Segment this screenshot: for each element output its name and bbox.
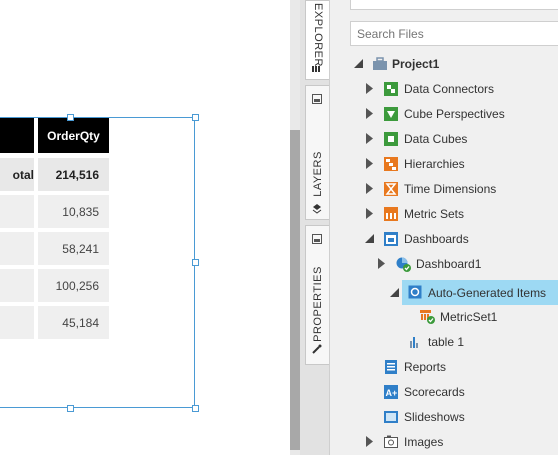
svg-text:A+: A+ (386, 388, 398, 398)
stack-icon (312, 66, 320, 72)
collapsed-arrow-icon[interactable] (366, 108, 373, 119)
tab-explorer[interactable]: EXPLORER (305, 0, 329, 80)
cube-perspective-icon (384, 107, 398, 121)
tree-label-metric-sets: Metric Sets (404, 207, 465, 221)
tab-layers[interactable]: LAYERS (305, 85, 329, 220)
collapsed-arrow-icon[interactable] (378, 258, 385, 269)
tree-label-metricset1: MetricSet1 (440, 310, 498, 324)
tab-properties-label: PROPERTIES (311, 266, 324, 342)
hierarchy-icon (384, 157, 398, 171)
search-input[interactable] (350, 21, 558, 46)
tree-label-hierarchies: Hierarchies (404, 157, 465, 171)
scrollbar-thumb[interactable] (290, 130, 300, 450)
tree-node-reports[interactable]: Reports (350, 356, 558, 378)
tree-node-images[interactable]: Images (350, 431, 558, 453)
resize-handle-bottom-right[interactable] (192, 405, 199, 412)
collapsed-arrow-icon[interactable] (366, 158, 373, 169)
tree-node-scorecards[interactable]: A+ Scorecards (350, 381, 558, 403)
tree-node-data-cubes[interactable]: Data Cubes (350, 128, 558, 150)
resize-handle-top-right[interactable] (192, 114, 199, 121)
dashboard-published-icon (396, 257, 411, 272)
tree-label-time-dimensions: Time Dimensions (404, 182, 497, 196)
expand-arrow-icon[interactable] (365, 234, 374, 243)
time-dimension-icon (384, 182, 398, 196)
tree-node-table1[interactable]: table 1 (350, 331, 558, 353)
tree-node-project[interactable]: Project1 (350, 53, 558, 75)
tree-label-dashboards: Dashboards (404, 232, 469, 246)
dashboard-folder-icon (384, 232, 398, 246)
tree-node-time-dimensions[interactable]: Time Dimensions (350, 178, 558, 200)
scorecard-icon: A+ (384, 385, 398, 399)
tree-node-dashboard1[interactable]: Dashboard1 (350, 253, 558, 275)
tree-label-table1: table 1 (428, 335, 465, 349)
expand-arrow-icon[interactable] (354, 59, 363, 68)
resize-handle-right[interactable] (192, 259, 199, 266)
panel-icon (312, 94, 322, 104)
data-cube-icon (384, 132, 398, 146)
layers-icon (312, 204, 322, 214)
wrench-icon (312, 344, 322, 354)
collapsed-arrow-icon[interactable] (366, 436, 373, 447)
tree-label-dashboard1: Dashboard1 (416, 257, 482, 271)
collapsed-arrow-icon[interactable] (366, 83, 373, 94)
explorer-panel: Project1 Data Connectors Cube Perspectiv… (330, 0, 558, 455)
dashboard-canvas[interactable]: OrderQty otal 214,516 10,835 58,241 100,… (0, 0, 290, 455)
canvas-scrollbar[interactable] (290, 0, 300, 455)
report-icon (385, 360, 397, 374)
tree-label-auto-generated-items: Auto-Generated Items (428, 286, 547, 300)
top-field[interactable] (350, 0, 558, 10)
image-folder-icon (384, 435, 398, 448)
metric-set-published-icon (420, 310, 435, 324)
collapsed-arrow-icon[interactable] (366, 183, 373, 194)
briefcase-icon (373, 57, 387, 70)
tree-label-data-cubes: Data Cubes (404, 132, 468, 146)
tree-node-metric-sets[interactable]: Metric Sets (350, 203, 558, 225)
expand-arrow-icon[interactable] (390, 288, 399, 297)
data-connector-icon (384, 82, 398, 96)
slideshow-icon (384, 411, 398, 423)
tree-label-reports: Reports (404, 360, 447, 374)
tab-explorer-label: EXPLORER (311, 3, 324, 67)
metric-set-icon (384, 207, 398, 221)
tree-label-scorecards: Scorecards (404, 385, 465, 399)
table-chart-icon (410, 337, 418, 348)
collapsed-arrow-icon[interactable] (366, 133, 373, 144)
tree-node-hierarchies[interactable]: Hierarchies (350, 153, 558, 175)
tree-label-images: Images (404, 435, 444, 449)
tree-node-data-connectors[interactable]: Data Connectors (350, 78, 558, 100)
tree-node-cube-perspectives[interactable]: Cube Perspectives (350, 103, 558, 125)
tree-node-slideshows[interactable]: Slideshows (350, 406, 558, 428)
resize-handle-bottom[interactable] (67, 405, 74, 412)
side-tabs: EXPLORER LAYERS PROPERTIES (300, 0, 330, 455)
tree-label-project: Project1 (392, 57, 440, 71)
tree-label-slideshows: Slideshows (404, 410, 465, 424)
tree-node-metricset1[interactable]: MetricSet1 (350, 306, 558, 328)
tree-label-cube-perspectives: Cube Perspectives (404, 107, 505, 121)
auto-generated-icon (408, 285, 422, 299)
tab-layers-label: LAYERS (311, 151, 324, 197)
collapsed-arrow-icon[interactable] (366, 208, 373, 219)
tree-node-auto-generated-items[interactable]: Auto-Generated Items (390, 280, 558, 305)
resize-handle-top[interactable] (67, 114, 74, 121)
tree-label-data-connectors: Data Connectors (404, 82, 495, 96)
tree-node-dashboards[interactable]: Dashboards (350, 228, 558, 250)
selection-frame[interactable] (0, 117, 195, 408)
panel-icon (312, 234, 322, 244)
tab-properties[interactable]: PROPERTIES (305, 225, 329, 365)
